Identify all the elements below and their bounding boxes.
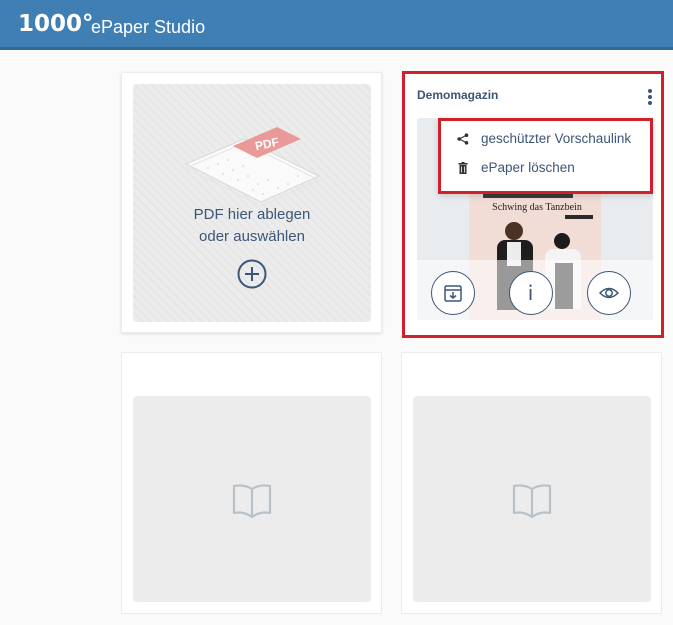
epaper-card: Demomagazin Schwing das Tanzbein i <box>404 73 662 336</box>
app-header: 1000° ePaper Studio <box>0 0 673 50</box>
trash-icon <box>458 162 468 174</box>
add-circle-icon[interactable] <box>237 259 267 289</box>
epaper-context-menu: geschützter Vorschaulink ePaper löschen <box>438 118 653 194</box>
brand-logo[interactable]: 1000° <box>18 11 94 37</box>
menu-item-label: geschützter Vorschaulink <box>481 131 632 146</box>
empty-slot-card <box>121 352 382 614</box>
download-icon <box>444 285 462 302</box>
app-name: ePaper Studio <box>91 17 206 37</box>
more-vertical-icon[interactable] <box>643 88 657 106</box>
cover-headline: Schwing das Tanzbein <box>492 202 582 213</box>
book-icon <box>232 484 272 519</box>
menu-item-label: ePaper löschen <box>481 160 575 175</box>
epaper-title[interactable]: Demomagazin <box>417 88 498 102</box>
download-button[interactable] <box>431 271 475 315</box>
upload-card: PDF PDF hier ablegen oder auswählen <box>121 72 382 333</box>
eye-icon <box>599 287 619 299</box>
book-icon <box>512 484 552 519</box>
drop-label-line2: oder auswählen <box>199 228 305 245</box>
empty-slot-placeholder <box>133 396 371 602</box>
share-icon <box>457 133 469 145</box>
pdf-dropzone[interactable]: PDF PDF hier ablegen oder auswählen <box>133 84 371 322</box>
info-button[interactable]: i <box>509 271 553 315</box>
drop-label-line1: PDF hier ablegen <box>193 206 311 223</box>
preview-button[interactable] <box>587 271 631 315</box>
empty-slot-placeholder <box>413 396 651 602</box>
info-icon: i <box>527 281 534 305</box>
empty-slot-card <box>401 352 662 614</box>
